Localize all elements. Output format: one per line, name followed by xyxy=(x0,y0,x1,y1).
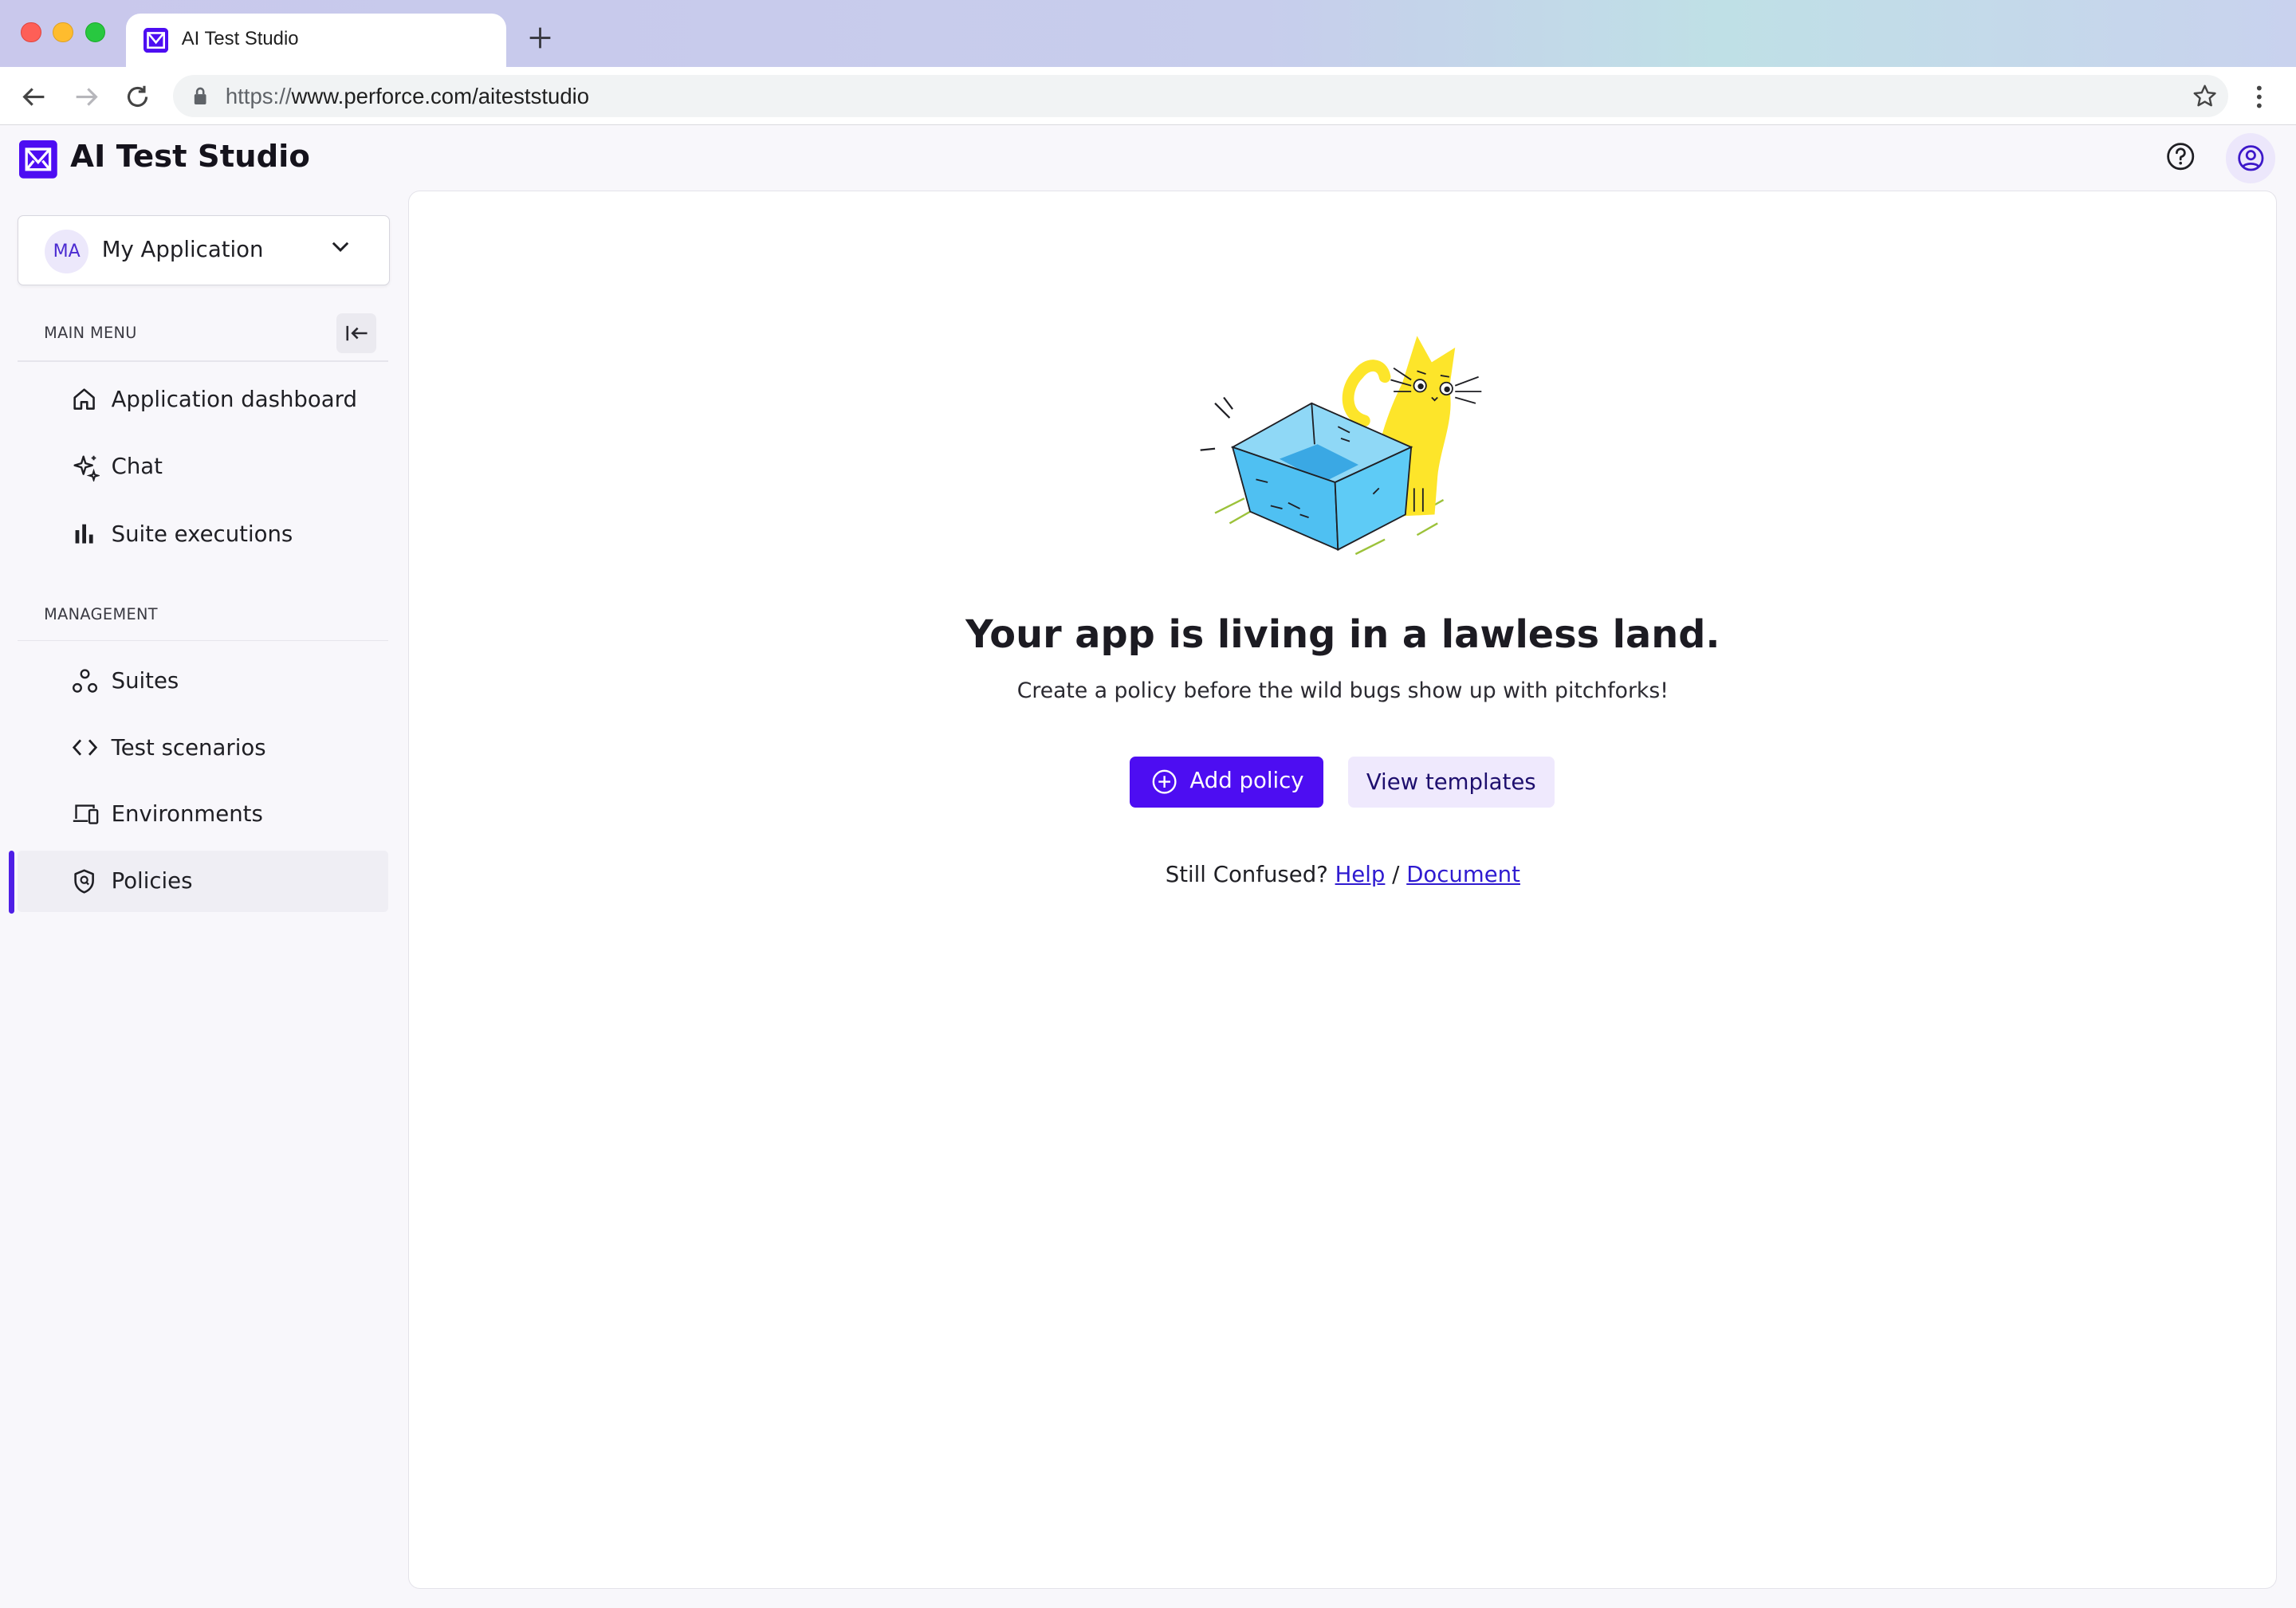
divider xyxy=(18,360,388,362)
add-policy-label: Add policy xyxy=(1189,768,1304,794)
help-icon[interactable] xyxy=(2164,140,2196,172)
new-tab-icon[interactable] xyxy=(527,25,553,51)
sidebar-item-suites[interactable]: Suites xyxy=(18,650,388,711)
sidebar-item-label: Policies xyxy=(111,868,193,894)
window-maximize-button[interactable] xyxy=(85,22,106,43)
main-content-panel: Your app is living in a lawless land. Cr… xyxy=(408,190,2278,1589)
divider xyxy=(18,639,388,642)
add-circle-icon xyxy=(1152,769,1177,794)
application-avatar: MA xyxy=(45,229,89,273)
tab-title: AI Test Studio xyxy=(181,27,299,49)
document-link[interactable]: Document xyxy=(1406,862,1520,887)
nodes-icon xyxy=(72,668,98,694)
bookmark-star-icon[interactable] xyxy=(2192,84,2217,108)
window-minimize-button[interactable] xyxy=(53,22,73,43)
home-icon xyxy=(72,387,96,411)
app-header: AI Test Studio xyxy=(0,126,2296,191)
sidebar-item-label: Test scenarios xyxy=(111,735,266,761)
sidebar-item-label: Suite executions xyxy=(111,521,293,547)
help-links: Still Confused? Help / Document xyxy=(409,862,2276,887)
help-prefix: Still Confused? xyxy=(1165,861,1328,887)
sidebar-item-label: Application dashboard xyxy=(111,386,357,412)
code-icon xyxy=(72,735,98,760)
cat-and-box-illustration xyxy=(1197,330,1490,564)
bar-chart-icon xyxy=(72,521,96,546)
app-title: AI Test Studio xyxy=(70,139,310,175)
empty-state-subtitle: Create a policy before the wild bugs sho… xyxy=(1016,678,1669,704)
sidebar-item-label: Environments xyxy=(111,800,263,827)
sidebar-item-environments[interactable]: Environments xyxy=(18,784,388,845)
sidebar-item-label: Suites xyxy=(111,667,179,694)
user-icon xyxy=(2236,144,2266,173)
view-templates-button[interactable]: View templates xyxy=(1347,756,1555,808)
forward-arrow-icon[interactable] xyxy=(73,84,100,110)
sparkle-icon xyxy=(72,454,100,482)
devices-icon xyxy=(72,801,100,826)
sidebar-item-test-scenarios[interactable]: Test scenarios xyxy=(18,718,388,779)
url-text: https://www.perforce.com/aiteststudio xyxy=(225,83,590,108)
browser-toolbar: https://www.perforce.com/aiteststudio xyxy=(0,67,2296,126)
empty-state-title: Your app is living in a lawless land. xyxy=(965,612,1720,657)
reload-icon[interactable] xyxy=(124,84,151,110)
application-selector[interactable]: MA My Application xyxy=(18,214,390,286)
app-favicon-icon xyxy=(143,27,169,53)
management-label: MANAGEMENT xyxy=(44,604,158,623)
link-separator: / xyxy=(1392,861,1400,887)
main-menu-label: MAIN MENU xyxy=(44,323,137,342)
application-name: My Application xyxy=(101,236,264,262)
active-indicator xyxy=(9,851,15,914)
address-bar[interactable]: https://www.perforce.com/aiteststudio xyxy=(172,74,2229,117)
add-policy-button[interactable]: Add policy xyxy=(1130,756,1323,808)
back-arrow-icon[interactable] xyxy=(21,84,47,110)
browser-tab[interactable]: AI Test Studio xyxy=(125,13,507,68)
lock-icon xyxy=(193,86,207,105)
ai-test-studio-logo-icon[interactable] xyxy=(18,140,57,179)
collapse-sidebar-button[interactable] xyxy=(336,313,377,353)
sidebar-item-policies[interactable]: Policies xyxy=(18,851,388,913)
window-close-button[interactable] xyxy=(20,22,41,43)
sidebar-item-label: Chat xyxy=(111,454,163,480)
sidebar-item-application-dashboard[interactable]: Application dashboard xyxy=(18,369,388,431)
browser-tab-bar: AI Test Studio xyxy=(0,0,2296,68)
chevron-down-icon xyxy=(332,241,349,253)
browser-menu-icon[interactable] xyxy=(2249,84,2270,110)
sidebar-item-suite-executions[interactable]: Suite executions xyxy=(18,504,388,565)
collapse-left-icon xyxy=(345,324,368,342)
shield-icon xyxy=(72,868,96,894)
sidebar-item-chat[interactable]: Chat xyxy=(18,436,388,497)
help-link[interactable]: Help xyxy=(1335,862,1386,887)
user-profile-button[interactable] xyxy=(2225,133,2276,183)
